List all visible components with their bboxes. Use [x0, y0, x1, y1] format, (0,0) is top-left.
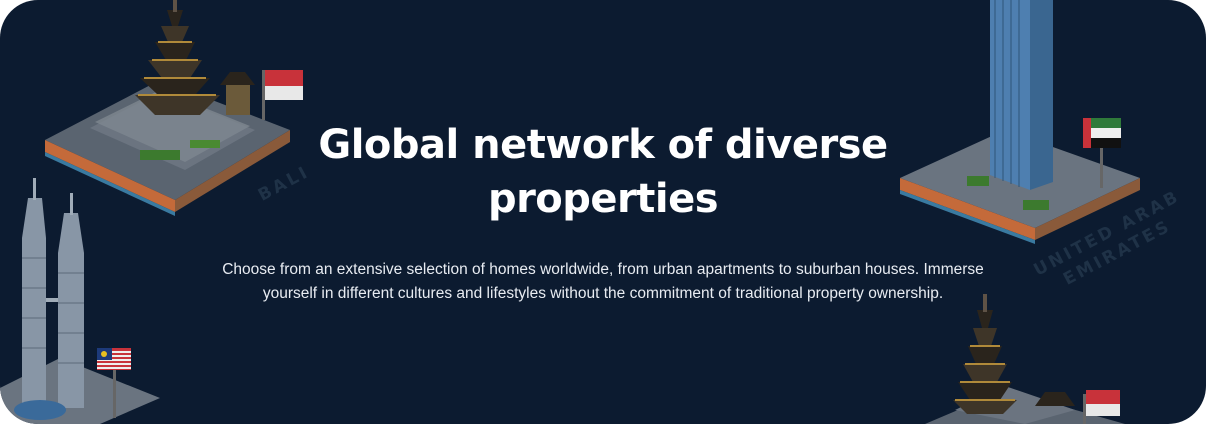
- properties-banner: BALI UNITED ARAB EMIRATES Global network…: [0, 0, 1206, 424]
- title-line: Global network of diverse: [318, 122, 888, 168]
- title-line: properties: [487, 176, 719, 222]
- page-title: Global network of diverse properties: [0, 118, 1206, 226]
- description-line: yourself in different cultures and lifes…: [262, 285, 944, 302]
- banner-description: Choose from an extensive selection of ho…: [200, 258, 1006, 306]
- bali-temple-icon: [925, 294, 1125, 424]
- description-line: Choose from an extensive selection of ho…: [222, 261, 984, 278]
